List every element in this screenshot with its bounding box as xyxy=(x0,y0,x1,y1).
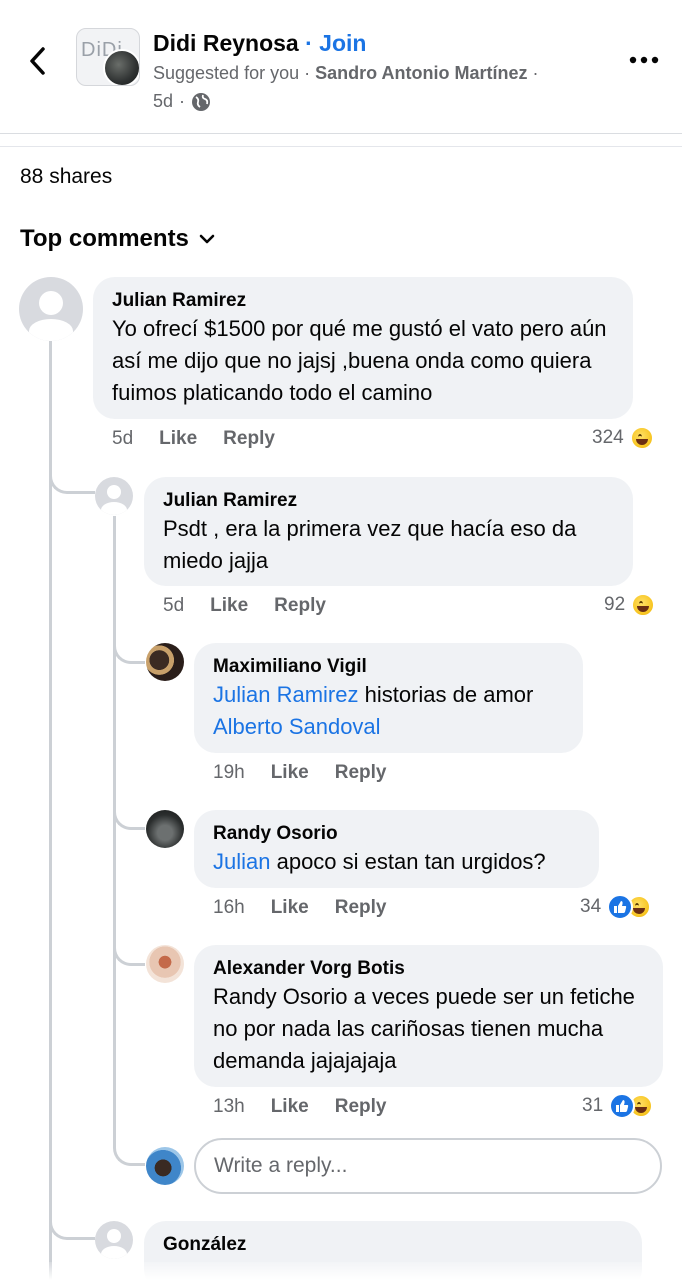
comment-bubble: Julian Ramirez Yo ofrecí $1500 por qué m… xyxy=(93,277,633,419)
like-icon xyxy=(607,894,634,920)
mention-link[interactable]: Julian xyxy=(213,849,270,874)
comment-sort-selector[interactable]: Top comments xyxy=(20,225,215,253)
reaction-summary[interactable]: 92 xyxy=(604,593,656,617)
post-title-row: Didi Reynosa · Join xyxy=(153,30,366,57)
more-dots-icon xyxy=(629,56,659,64)
like-button[interactable]: Like xyxy=(271,897,309,919)
like-button[interactable]: Like xyxy=(271,762,309,784)
thread-connector xyxy=(113,1146,145,1166)
reaction-count: 34 xyxy=(580,896,602,917)
reaction-count: 92 xyxy=(604,594,626,615)
reply-button[interactable]: Reply xyxy=(274,595,326,617)
thread-connector xyxy=(113,810,145,830)
like-button[interactable]: Like xyxy=(271,1096,309,1118)
avatar[interactable] xyxy=(146,945,184,983)
subtitle-separator-2: · xyxy=(532,63,539,83)
haha-icon xyxy=(629,426,654,450)
meta-separator: · xyxy=(179,91,186,111)
shares-count[interactable]: 88 shares xyxy=(20,165,112,189)
author-name[interactable]: Sandro Antonio Martínez xyxy=(315,63,527,83)
commenter-name[interactable]: Alexander Vorg Botis xyxy=(213,957,644,981)
reaction-count: 31 xyxy=(582,1095,604,1116)
reply-button[interactable]: Reply xyxy=(223,428,275,450)
commenter-name[interactable]: Julian Ramirez xyxy=(112,289,614,313)
reaction-count: 324 xyxy=(592,427,624,448)
reply-button[interactable]: Reply xyxy=(335,762,387,784)
comment-text-body: historias de amor xyxy=(358,682,534,707)
commenter-name[interactable]: Julian Ramirez xyxy=(163,489,614,513)
comment-text: Psdt , era la primera vez que hacía eso … xyxy=(163,516,577,573)
header-divider xyxy=(0,133,682,134)
title-separator: · xyxy=(305,30,313,56)
mention-link[interactable]: Alberto Sandoval xyxy=(213,714,381,739)
comment-time[interactable]: 19h xyxy=(213,762,245,784)
current-user-avatar xyxy=(146,1147,184,1185)
globe-icon xyxy=(192,92,211,111)
comment-time[interactable]: 5d xyxy=(163,595,184,617)
post-header: DiDi Didi Reynosa · Join Suggested for y… xyxy=(0,0,682,134)
author-avatar xyxy=(103,49,139,85)
post-subtitle: Suggested for you · Sandro Antonio Martí… xyxy=(153,63,538,84)
avatar[interactable] xyxy=(146,810,184,848)
comment-actions: 13h Like Reply xyxy=(213,1096,386,1118)
chevron-down-icon xyxy=(199,234,215,244)
comment-time[interactable]: 5d xyxy=(112,428,133,450)
thread-connector xyxy=(49,1218,95,1240)
mention-link[interactable]: Julian Ramirez xyxy=(213,682,359,707)
comment-text: Randy Osorio a veces puede ser un fetich… xyxy=(213,984,635,1073)
thread-connector xyxy=(113,946,145,966)
reply-button[interactable]: Reply xyxy=(335,1096,387,1118)
comment-text-body: apoco si estan tan urgidos? xyxy=(270,849,546,874)
suggested-label: Suggested for you xyxy=(153,63,300,83)
chevron-left-icon xyxy=(30,47,45,75)
post-meta: 5d · xyxy=(153,91,211,112)
post-time: 5d xyxy=(153,91,174,111)
reaction-summary[interactable]: 31 xyxy=(582,1093,654,1119)
comment-text: Julian apoco si estan tan urgidos? xyxy=(213,846,580,878)
haha-icon xyxy=(631,593,656,617)
subtitle-separator: · xyxy=(304,63,311,83)
group-avatar[interactable]: DiDi xyxy=(76,28,140,86)
comment-bubble: Alexander Vorg Botis Randy Osorio a vece… xyxy=(194,945,663,1087)
avatar[interactable] xyxy=(95,477,133,515)
comment-bubble: Randy Osorio Julian apoco si estan tan u… xyxy=(194,810,599,888)
comment-bubble: Julian Ramirez Psdt , era la primera vez… xyxy=(144,477,633,586)
section-divider xyxy=(0,146,682,147)
group-name[interactable]: Didi Reynosa xyxy=(153,30,299,56)
scroll-fade xyxy=(0,1262,682,1280)
comment-text: Julian Ramirez historias de amor Alberto … xyxy=(213,679,564,743)
comment-actions: 19h Like Reply xyxy=(213,762,386,784)
thread-connector xyxy=(49,462,95,494)
back-button[interactable] xyxy=(22,42,52,80)
thread-line-nested xyxy=(113,516,116,1146)
commenter-name[interactable]: González xyxy=(163,1233,623,1257)
comment-time[interactable]: 13h xyxy=(213,1096,245,1118)
comment-actions: 16h Like Reply xyxy=(213,897,386,919)
reaction-summary[interactable]: 324 xyxy=(592,426,654,450)
reply-button[interactable]: Reply xyxy=(335,897,387,919)
like-icon xyxy=(609,1093,636,1119)
avatar[interactable] xyxy=(19,277,83,341)
comment-actions: 5d Like Reply xyxy=(163,595,326,617)
comment-text: Yo ofrecí $1500 por qué me gustó el vato… xyxy=(112,316,607,405)
sort-label: Top comments xyxy=(20,225,189,252)
avatar[interactable] xyxy=(95,1221,133,1259)
commenter-name[interactable]: Randy Osorio xyxy=(213,822,580,846)
thread-connector xyxy=(113,644,145,664)
like-button[interactable]: Like xyxy=(210,595,248,617)
comment-actions: 5d Like Reply xyxy=(112,428,275,450)
reply-input[interactable] xyxy=(194,1138,662,1194)
more-options-button[interactable] xyxy=(626,48,662,72)
commenter-name[interactable]: Maximiliano Vigil xyxy=(213,655,564,679)
comment-time[interactable]: 16h xyxy=(213,897,245,919)
avatar[interactable] xyxy=(146,643,184,681)
like-button[interactable]: Like xyxy=(159,428,197,450)
reaction-summary[interactable]: 34 xyxy=(580,894,652,920)
comment-bubble: Maximiliano Vigil Julian Ramirez histori… xyxy=(194,643,583,753)
join-button[interactable]: Join xyxy=(319,30,366,56)
